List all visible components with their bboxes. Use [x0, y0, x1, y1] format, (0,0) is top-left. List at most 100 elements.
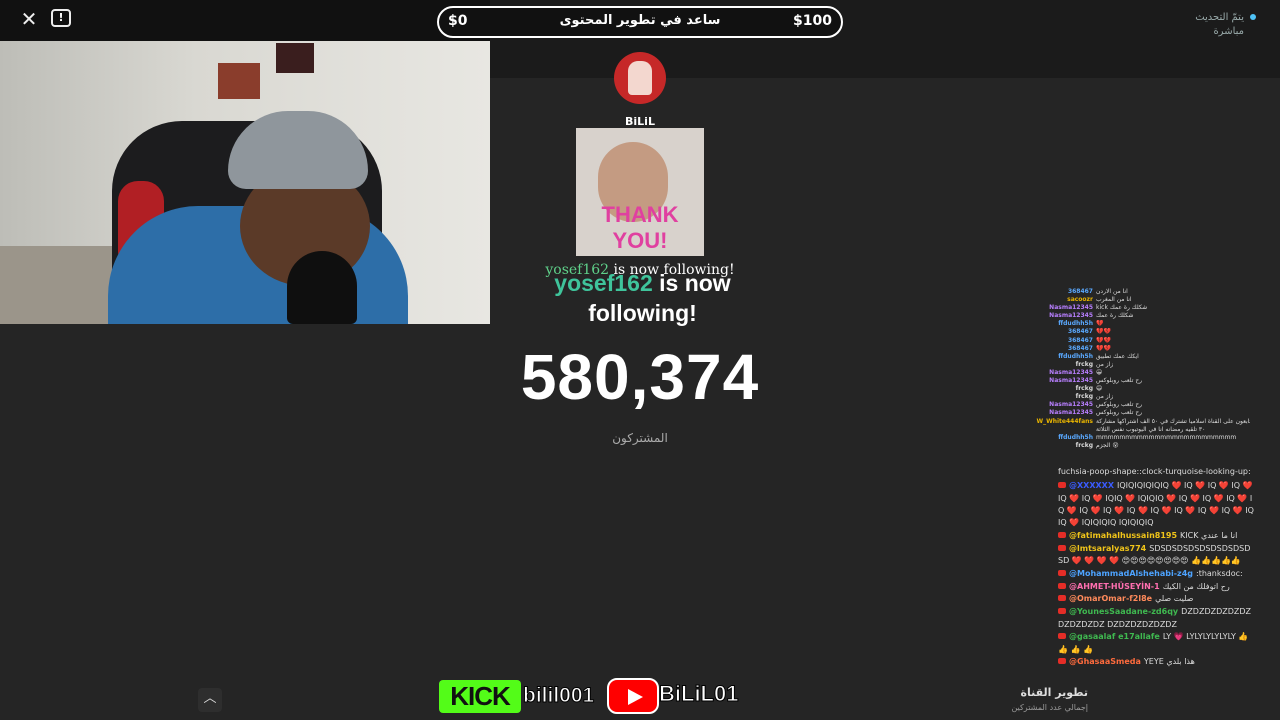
youtube-badge-icon: [1058, 482, 1066, 489]
chat-username: 368467: [1067, 336, 1093, 344]
kick-chat-line: Nasma12345 رح تلعب روبلوكس: [1035, 401, 1250, 409]
chat-row: @GhasaaSmeda YEYE هذا بلدي: [1058, 656, 1254, 668]
chat-username: ffdudhh5h: [1058, 433, 1093, 441]
chat-message-text: 💔💔: [1096, 344, 1111, 352]
kick-chat-line: ffdudhh5h ايكك عمك تطبيق: [1035, 353, 1250, 361]
chat-username: Nasma12345: [1049, 401, 1093, 409]
close-icon[interactable]: ✕: [18, 8, 40, 30]
youtube-badge-icon: [1058, 544, 1066, 551]
chat-message-text: ايكك عمك تطبيق: [1096, 352, 1139, 360]
report-icon[interactable]: !: [51, 9, 71, 27]
chat-username: @AHMET-HÜSEYİN-1: [1069, 581, 1160, 591]
chat-username: 368467: [1067, 344, 1093, 352]
kick-handle: bilil001: [522, 684, 595, 708]
youtube-badge-icon: [1058, 582, 1066, 589]
kick-chat-line: 368467 💔💔: [1035, 328, 1250, 336]
kick-chat-line: Nasma12345 kick شكلك رة عمك: [1035, 304, 1250, 312]
youtube-badge-icon: [1058, 531, 1066, 538]
chat-username: W_White444fans: [1036, 417, 1093, 425]
chat-message-text: انا من الاردن: [1096, 288, 1128, 295]
kick-chat-line: W_White444fansعندي أي اليوتيوب يتابعون ع…: [1035, 418, 1250, 426]
chat-row: @XXXXXX IQIQIQIQIQIQ ❤️ IQ ❤️ IQ ❤️ IQ ❤️…: [1058, 480, 1254, 529]
status-line-2: مباشرة: [1213, 26, 1244, 37]
chat-username: 368467: [1067, 288, 1093, 295]
chat-message-text: 😄: [1096, 385, 1103, 393]
chat-message-text: انا من المغرب: [1096, 296, 1132, 304]
live-dot-icon: [1250, 14, 1256, 20]
chat-username: @YounesSaadane-zd6qy: [1069, 607, 1179, 617]
channel-name: BiLiL: [625, 115, 655, 128]
goal-title: ساعد في تطوير المحتوى: [559, 13, 721, 28]
youtube-badge-icon: [1058, 658, 1066, 665]
kick-chat-line: frckg 😄: [1035, 385, 1250, 393]
kick-chat-line: Nasma12345 رح تلعب روبلوكس: [1035, 409, 1250, 417]
donation-goal-bar: $0 ساعد في تطوير المحتوى $100: [437, 6, 843, 38]
chat-username: @lmtsaralyas774: [1069, 543, 1147, 553]
kick-chat-line: frckg زاز من: [1035, 361, 1250, 369]
subscriber-label: المشتركون: [612, 431, 668, 445]
chat-message-text: ٣٠ تلقيه رمضانه انا في اليوتيوب نفس الثل…: [1096, 425, 1206, 433]
channel-avatar: [614, 52, 666, 104]
chat-username: ffdudhh5h: [1058, 352, 1093, 360]
chat-row: @AHMET-HÜSEYİN-1 رح اتوفلك من الكيك: [1058, 581, 1254, 593]
youtube-badge-icon: [1058, 569, 1066, 576]
chat-username: frckg: [1075, 393, 1093, 401]
kick-chat-line: ffdudhh5h 💔: [1035, 320, 1250, 328]
chat-message-text: زاز من: [1096, 360, 1114, 368]
chat-message-text: شكلك رة عمك: [1096, 312, 1134, 320]
chat-message-text: :thanksdoc:: [1196, 568, 1243, 578]
chevron-up-icon[interactable]: ︿: [198, 688, 222, 712]
chat-row: @YounesSaadane-zd6qy DZDZDZDZDZDZDZDZDZDZ…: [1058, 606, 1254, 631]
goal-high-value: $100: [793, 13, 832, 29]
youtube-logo-icon: [607, 678, 659, 714]
chat-username: Nasma12345: [1049, 368, 1093, 376]
chat-username: Nasma12345: [1049, 409, 1093, 417]
microphone: [287, 251, 357, 324]
chat-row: @lmtsaralyas774 SDSDSDSDSDSDSDSDSDSD ❤️ ❤…: [1058, 543, 1254, 568]
chat-message-text: 💔: [1096, 320, 1104, 328]
chat-message-text: رح تلعب روبلوكس: [1096, 377, 1143, 385]
kick-chat-line: 368467 💔💔: [1035, 345, 1250, 353]
webcam-feed: [0, 41, 490, 324]
thank-you-text: THANK YOU!: [601, 202, 679, 253]
avatar-figure: [628, 61, 652, 95]
kick-chat-line: frckg زاز من: [1035, 393, 1250, 401]
chat-row: @MohammadAlshehabi-z4g:thanksdoc:: [1058, 568, 1254, 580]
kick-chat-line: Nasma12345 😀: [1035, 369, 1250, 377]
status-line-1: يتمّ التحديث: [1195, 12, 1244, 23]
chat-username: Nasma12345: [1049, 377, 1093, 385]
chat-head-message: fuchsia-poop-shape::clock-turquoise-look…: [1058, 467, 1251, 476]
chat-username: @fatimahalhussain8195: [1069, 530, 1178, 540]
chat-username: @OmarOmar-f2l8e: [1069, 594, 1153, 604]
youtube-badge-icon: [1058, 608, 1066, 615]
youtube-badge-icon: [1058, 633, 1066, 640]
chat-message-text: YEYE هذا بلدي: [1143, 657, 1195, 667]
chat-row: @gasaalaf e17allafe LY 💗 LYLYLYLYLYLY 👍 👍…: [1058, 631, 1254, 656]
chat-username: frckg: [1075, 360, 1093, 368]
chat-message-text: kick شكلك رة عمك: [1096, 304, 1148, 312]
thank-you-gif: THANK YOU!: [576, 128, 704, 256]
chat-message-text: صليت صلي: [1155, 594, 1194, 604]
chat-messages: @XXXXXX IQIQIQIQIQIQ ❤️ IQ ❤️ IQ ❤️ IQ ❤️…: [1058, 480, 1254, 668]
top-bar-left: [0, 0, 490, 41]
chat-message-text: KICK انا ما عندي: [1180, 530, 1238, 540]
live-status: يتمّ التحديث مباشرة: [1195, 11, 1256, 39]
youtube-handle: BiLiL01: [658, 681, 739, 707]
kick-handle-banner: KICK bilil001: [439, 680, 601, 713]
cam-poster: [276, 43, 314, 73]
youtube-handle-banner: BiLiL01: [607, 678, 739, 714]
chat-username: @GhasaaSmeda: [1069, 657, 1141, 667]
chat-message-text: رح تلعب روبلوكس: [1096, 401, 1143, 409]
kick-chat-line: 368467 💔💔: [1035, 337, 1250, 345]
subscriber-count: 580,374: [520, 341, 760, 413]
chat-row: @OmarOmar-f2l8e صليت صلي: [1058, 593, 1254, 605]
chat-username: @gasaalaf e17allafe: [1069, 632, 1160, 642]
footer-title: تطوير القناة: [1020, 686, 1088, 699]
chat-username: @XXXXXX: [1069, 481, 1115, 491]
youtube-badge-icon: [1058, 595, 1066, 602]
kick-logo-icon: KICK: [439, 680, 521, 713]
chat-username: sacoozr: [1067, 296, 1093, 304]
kick-chat-line: ffdudhh5h mmmmmmmmmmmmmmmmmmmmmmmm: [1035, 434, 1250, 442]
kick-chat-line: 368467 انا من الاردن: [1035, 288, 1250, 296]
follow-user-big: yosef162: [554, 270, 653, 296]
